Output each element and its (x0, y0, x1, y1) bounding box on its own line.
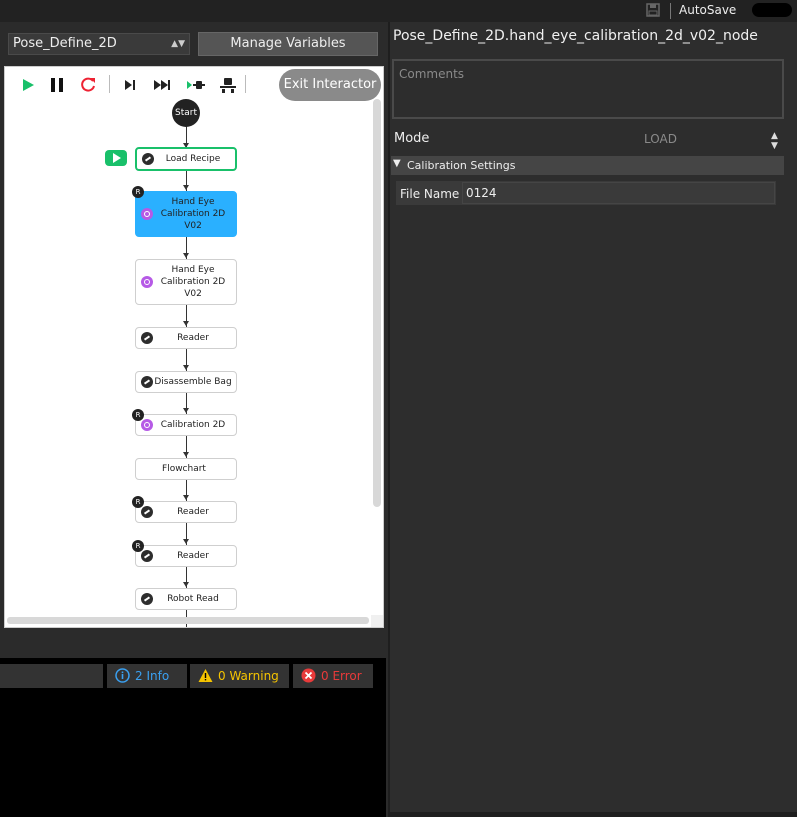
log-error-label: 0 Error (321, 669, 362, 683)
mode-label: Mode (394, 131, 430, 146)
mode-select[interactable]: LOAD (644, 132, 677, 146)
log-info-button[interactable]: 2 Info (107, 664, 187, 688)
node-type-icon (141, 208, 153, 220)
flow-node-label: Load Recipe (165, 154, 221, 164)
step-icon[interactable] (119, 74, 141, 96)
caret-down-icon[interactable]: ▼ (393, 158, 401, 169)
r-badge: R (132, 186, 144, 198)
toolbar-divider (670, 3, 671, 19)
panel-gap (0, 628, 386, 658)
warning-icon (198, 669, 213, 682)
flow-node-hand-eye-calibration[interactable]: Hand Eye Calibration 2D V02 (135, 259, 237, 305)
robot-icon[interactable] (217, 74, 239, 96)
flow-arrow (183, 321, 189, 326)
file-name-label: File Name (400, 187, 460, 201)
scroll-corner (371, 615, 383, 627)
node-type-icon (141, 419, 153, 431)
flowchart-canvas[interactable]: Exit Interactor Start Load Recipe R Hand… (4, 66, 384, 628)
flow-node-robot-read[interactable]: Robot Read (135, 588, 237, 610)
node-title: Pose_Define_2D.hand_eye_calibration_2d_v… (393, 28, 758, 44)
node-type-icon (141, 550, 153, 562)
fast-forward-icon[interactable] (151, 74, 173, 96)
info-icon (115, 668, 130, 683)
r-badge: R (132, 409, 144, 421)
restart-icon[interactable] (77, 74, 99, 96)
flow-node-label: Robot Read (167, 594, 219, 604)
flow-arrow (183, 253, 189, 258)
properties-panel (388, 22, 797, 817)
chevron-updown-icon[interactable]: ▲ ▼ (771, 131, 778, 151)
comments-field[interactable]: Comments (392, 59, 784, 119)
flow-node-label: Flowchart (162, 464, 206, 474)
r-badge: R (132, 496, 144, 508)
flow-node-reader[interactable]: Reader (135, 327, 237, 349)
flow-node-calibration-2d[interactable]: R Calibration 2D (132, 409, 237, 436)
start-node[interactable]: Start (172, 99, 200, 127)
horizontal-scrollbar[interactable] (7, 617, 369, 624)
calibration-settings-title: Calibration Settings (407, 159, 516, 172)
flow-node-label: Calibration 2D (160, 420, 226, 430)
error-icon (301, 668, 316, 683)
flow-node-reader[interactable]: R Reader (132, 540, 237, 567)
file-name-input[interactable]: 0124 (462, 182, 775, 204)
flow-arrow (183, 408, 189, 413)
node-type-icon (142, 153, 154, 165)
log-warning-button[interactable]: 0 Warning (190, 664, 289, 688)
flow-select-value: Pose_Define_2D (13, 36, 117, 51)
flow-node-flowchart[interactable]: Flowchart (135, 458, 237, 480)
log-warning-label: 0 Warning (218, 669, 279, 683)
node-type-icon (141, 276, 153, 288)
flow-node-reader[interactable]: R Reader (132, 496, 237, 523)
autosave-label: AutoSave (679, 3, 737, 17)
play-icon[interactable] (17, 74, 39, 96)
log-info-label: 2 Info (135, 669, 170, 683)
top-bar (0, 0, 797, 22)
flow-node-hand-eye-calibration-selected[interactable]: R Hand Eye Calibration 2D V02 (132, 186, 237, 237)
manage-variables-button[interactable]: Manage Variables (198, 32, 378, 56)
flow-node-label: Reader (177, 333, 209, 343)
run-to-node-icon[interactable] (185, 74, 207, 96)
save-icon[interactable] (646, 3, 660, 17)
flow-node-load-recipe[interactable]: Load Recipe (135, 147, 237, 171)
vertical-scrollbar[interactable] (373, 99, 381, 507)
flow-select[interactable]: Pose_Define_2D ▲▼ (8, 33, 190, 55)
flow-node-label: Reader (177, 551, 209, 561)
panel-border (388, 812, 797, 817)
toolbar-divider (109, 75, 110, 93)
node-type-icon (141, 376, 153, 388)
flow-arrow (183, 582, 189, 587)
node-type-icon (141, 506, 153, 518)
flow-arrow (183, 365, 189, 370)
r-badge: R (132, 540, 144, 552)
flow-arrow (183, 495, 189, 500)
chevron-updown-icon: ▲▼ (171, 39, 185, 49)
pause-icon[interactable] (46, 74, 68, 96)
flow-arrow (183, 185, 189, 190)
flow-arrow (183, 539, 189, 544)
node-type-icon (141, 332, 153, 344)
flow-arrow (183, 452, 189, 457)
flow-node-disassemble-bag[interactable]: Disassemble Bag (135, 371, 237, 393)
log-filter-input[interactable] (0, 664, 103, 688)
flow-node-label: Reader (177, 507, 209, 517)
run-node-button[interactable] (105, 150, 127, 166)
toolbar-divider (245, 75, 246, 93)
node-type-icon (141, 593, 153, 605)
log-error-button[interactable]: 0 Error (293, 664, 373, 688)
exit-interactor-button[interactable]: Exit Interactor (279, 69, 381, 101)
autosave-toggle[interactable] (752, 3, 792, 17)
